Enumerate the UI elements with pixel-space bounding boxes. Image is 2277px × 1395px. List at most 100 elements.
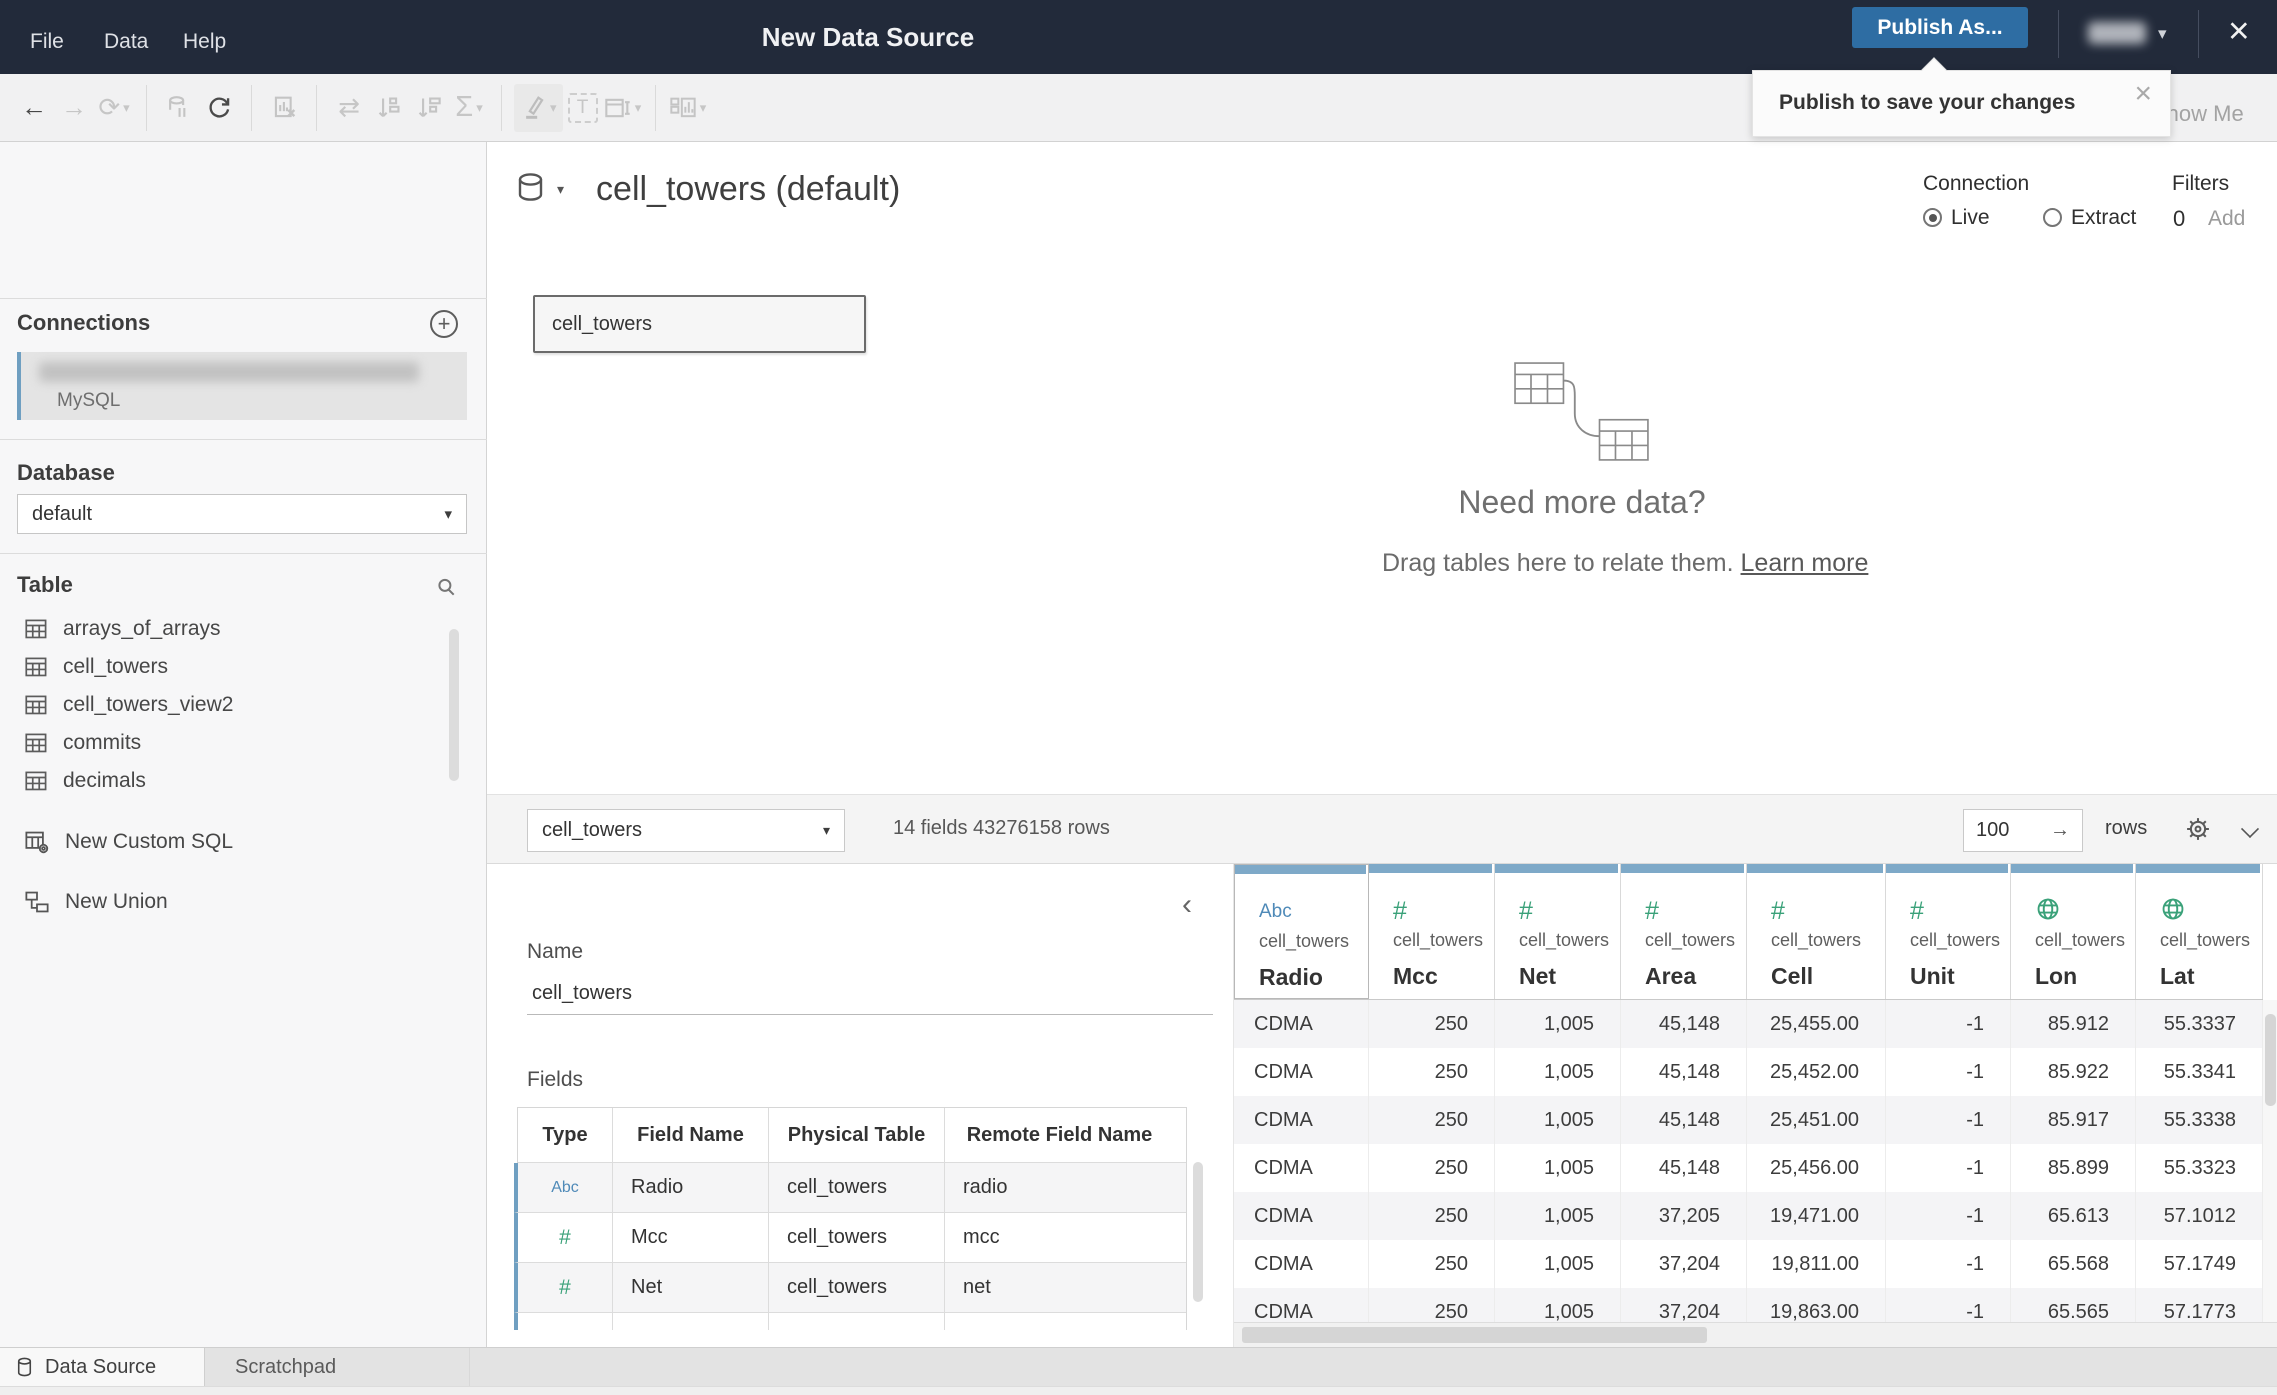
menu-data[interactable]: Data — [104, 30, 148, 54]
grid-column-header-Lon[interactable]: cell_towers Lon — [2011, 864, 2136, 999]
learn-more-link[interactable]: Learn more — [1741, 549, 1869, 577]
grid-cell: CDMA — [1234, 1000, 1369, 1048]
table-item-decimals[interactable]: decimals — [24, 764, 146, 798]
grid-column-header-Lat[interactable]: cell_towers Lat — [2136, 864, 2263, 999]
related-tables-icon — [1514, 362, 1649, 461]
tab-scratchpad[interactable]: Scratchpad — [205, 1348, 470, 1387]
add-connection-icon[interactable]: + — [430, 310, 458, 338]
menu-file[interactable]: File — [30, 30, 64, 54]
grid-cell: 250 — [1369, 1096, 1495, 1144]
column-field-name: Net — [1519, 963, 1557, 989]
name-value[interactable]: cell_towers — [532, 982, 632, 1005]
grid-data-row[interactable]: CDMA 250 1,005 37,205 19,471.00 -1 65.613 57.10… — [1234, 1192, 2263, 1240]
grid-horizontal-scrollbar[interactable] — [1234, 1322, 2277, 1347]
close-icon[interactable]: × — [2228, 12, 2250, 49]
fields-header-cell: Field Name — [613, 1108, 769, 1162]
grid-vertical-scrollbar[interactable] — [2263, 1000, 2277, 1322]
row-limit-input[interactable]: 100 → — [1963, 809, 2083, 852]
grid-column-header-Radio[interactable]: Abc cell_towers Radio — [1234, 864, 1369, 999]
grid-column-header-Net[interactable]: # cell_towers Net — [1495, 864, 1621, 999]
grid-cell: 45,148 — [1621, 1000, 1747, 1048]
user-menu-avatar[interactable] — [2088, 22, 2146, 44]
table-item-commits[interactable]: commits — [24, 726, 141, 760]
grid-cell: 55.3341 — [2136, 1048, 2263, 1096]
grid-data-row[interactable]: CDMA 250 1,005 45,148 25,455.00 -1 85.912 55.33… — [1234, 1000, 2263, 1048]
apply-row-limit-icon[interactable]: → — [2050, 819, 2070, 842]
fields-header-row: Type Field Name Physical Table Remote Field… — [518, 1108, 1186, 1163]
tooltip-text: Publish to save your changes — [1779, 91, 2076, 114]
table-grid-icon — [24, 693, 49, 718]
new-custom-sql-button[interactable]: New Custom SQL — [24, 824, 233, 860]
clear-sheet-icon[interactable] — [264, 84, 304, 132]
sort-ascending-icon[interactable] — [369, 84, 409, 132]
sort-descending-icon[interactable] — [409, 84, 449, 132]
undo-button[interactable]: ← — [14, 84, 54, 132]
grid-cell: 57.1749 — [2136, 1240, 2263, 1288]
canvas-table-node[interactable]: cell_towers — [533, 295, 866, 353]
datasource-title[interactable]: cell_towers (default) — [596, 170, 900, 209]
collapse-preview-chevron-icon[interactable] — [2240, 819, 2260, 839]
pause-updates-icon[interactable] — [159, 84, 199, 132]
grid-cell: 37,204 — [1621, 1240, 1747, 1288]
column-table-name: cell_towers — [1259, 931, 1350, 951]
number-type-icon: # — [1910, 896, 1924, 925]
database-select[interactable]: default ▾ — [17, 494, 467, 534]
filters-add-button[interactable]: Add — [2208, 207, 2245, 231]
swap-axes-icon[interactable]: ⇄ — [329, 84, 369, 132]
datasource-title-caret-icon[interactable]: ▾ — [557, 181, 564, 198]
preview-table-select[interactable]: cell_towers ▾ — [527, 809, 845, 852]
table-item-arrays_of_arrays[interactable]: arrays_of_arrays — [24, 612, 221, 646]
refresh-icon[interactable] — [199, 84, 239, 132]
new-union-label: New Union — [65, 890, 168, 913]
grid-column-header-Mcc[interactable]: # cell_towers Mcc — [1369, 864, 1495, 999]
extract-radio[interactable]: Extract — [2043, 206, 2136, 230]
sidebar: Connections + MySQL Database default ▾ T… — [0, 142, 487, 1347]
table-list-scrollbar[interactable] — [449, 629, 459, 781]
grid-column-header-Unit[interactable]: # cell_towers Unit — [1886, 864, 2011, 999]
fit-cell-size-icon[interactable]: ▾ — [603, 84, 643, 132]
text-label-icon[interactable]: T — [563, 84, 603, 132]
redo-button[interactable]: → — [54, 84, 94, 132]
datasource-cylinder-icon[interactable] — [517, 172, 547, 208]
grid-data-row[interactable]: CDMA 250 1,005 45,148 25,452.00 -1 85.922 55.33… — [1234, 1048, 2263, 1096]
replay-button[interactable]: ⟳ ▾ — [94, 84, 134, 132]
column-field-name: Mcc — [1393, 963, 1438, 989]
preview-table-selected-value: cell_towers — [542, 819, 643, 841]
canvas-table-node-label: cell_towers — [552, 312, 653, 335]
remote-field-name-cell: mcc — [963, 1226, 1000, 1248]
grid-cell: 55.3323 — [2136, 1144, 2263, 1192]
live-radio[interactable]: Live — [1923, 206, 1990, 230]
gear-icon[interactable] — [2183, 814, 2213, 849]
table-item-cell_towers[interactable]: cell_towers — [24, 650, 168, 684]
publish-as-button[interactable]: Publish As... — [1852, 7, 2028, 48]
grid-cell: 250 — [1369, 1000, 1495, 1048]
grid-cell: 19,811.00 — [1747, 1240, 1886, 1288]
grid-data-row[interactable]: CDMA 250 1,005 45,148 25,456.00 -1 85.899 55.33… — [1234, 1144, 2263, 1192]
show-me-icon[interactable]: ▾ — [668, 84, 708, 132]
fields-table-scrollbar[interactable] — [1193, 1162, 1203, 1302]
field-row-Net[interactable]: # Net cell_towers net — [514, 1263, 1186, 1313]
grid-column-header-Area[interactable]: # cell_towers Area — [1621, 864, 1747, 999]
table-item-cell_towers_view2[interactable]: cell_towers_view2 — [24, 688, 233, 722]
field-row-Mcc[interactable]: # Mcc cell_towers mcc — [514, 1213, 1186, 1263]
grid-cell: 55.3337 — [2136, 1000, 2263, 1048]
menu-help[interactable]: Help — [183, 30, 226, 54]
totals-icon[interactable]: Σ ▾ — [449, 84, 489, 132]
grid-cell: 37,205 — [1621, 1192, 1747, 1240]
user-menu-caret-icon[interactable]: ▾ — [2158, 24, 2167, 44]
number-type-icon: # — [559, 1225, 571, 1249]
grid-data-row[interactable]: CDMA 250 1,005 45,148 25,451.00 -1 85.917 55.33… — [1234, 1096, 2263, 1144]
highlight-icon[interactable]: ▾ — [514, 83, 563, 132]
connection-item[interactable]: MySQL — [17, 352, 467, 420]
grid-column-header-Cell[interactable]: # cell_towers Cell — [1747, 864, 1886, 999]
tooltip-close-icon[interactable]: × — [2134, 77, 2152, 111]
extract-radio-label: Extract — [2071, 206, 2137, 229]
new-union-button[interactable]: New Union — [24, 884, 168, 920]
grid-rows: CDMA 250 1,005 45,148 25,455.00 -1 85.912 55.33… — [1234, 1000, 2263, 1336]
table-search-icon[interactable] — [435, 576, 457, 603]
tab-data-source[interactable]: Data Source — [0, 1348, 205, 1387]
field-row-Radio[interactable]: Abc Radio cell_towers radio — [514, 1163, 1186, 1213]
grid-cell: 250 — [1369, 1240, 1495, 1288]
grid-data-row[interactable]: CDMA 250 1,005 37,204 19,811.00 -1 65.568 57.17… — [1234, 1240, 2263, 1288]
collapse-panel-icon[interactable]: ‹ — [1182, 890, 1192, 920]
